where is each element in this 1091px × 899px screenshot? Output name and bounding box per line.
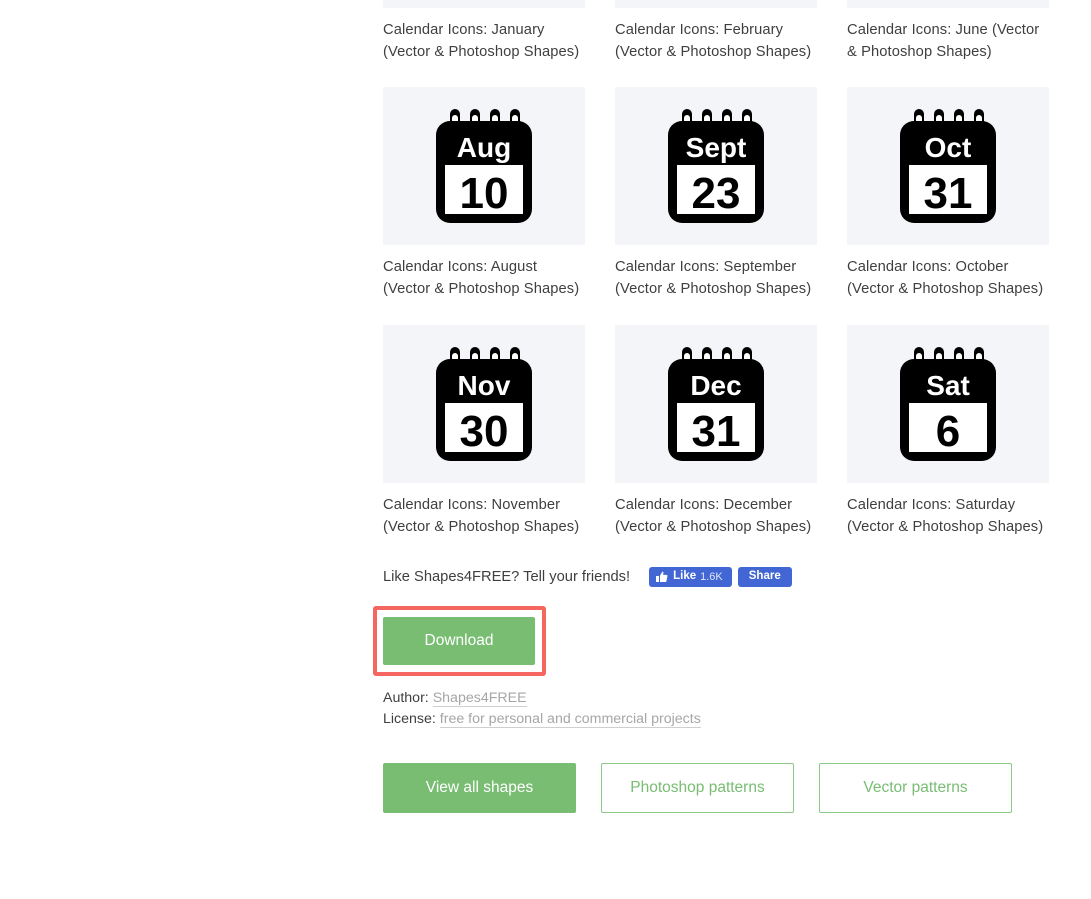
view-all-shapes-button[interactable]: View all shapes [383, 763, 576, 813]
calendar-icon: Aug 10 [436, 109, 532, 223]
facebook-like-label: Like [673, 570, 697, 583]
calendar-month-label: Aug [457, 132, 511, 163]
calendar-icon-thumbnail[interactable]: Dec 31 [615, 325, 817, 483]
author-label: Author: [383, 690, 429, 706]
calendar-icon: Oct 31 [900, 109, 996, 223]
calendar-day-label: 10 [460, 169, 509, 218]
download-button[interactable]: Download [383, 617, 535, 665]
thumbnail-cell[interactable]: Dec 31 Calendar Icons: December (Vector … [615, 325, 817, 538]
download-area: Download [373, 606, 558, 678]
vector-patterns-button[interactable]: Vector patterns [819, 763, 1012, 813]
thumbnail-row: Aug 10 Calendar Icons: August (Vector & … [383, 87, 1049, 300]
calendar-icon: Sept 23 [668, 109, 764, 223]
thumbnail-cell[interactable]: Sept 23 Calendar Icons: September (Vecto… [615, 87, 817, 300]
thumbnail-caption: Calendar Icons: February (Vector & Photo… [615, 22, 812, 60]
calendar-icon-thumbnail[interactable]: Aug 10 [383, 87, 585, 245]
thumbnail-cell[interactable]: Aug 10 Calendar Icons: August (Vector & … [383, 87, 585, 300]
facebook-widget: Like 1.6K Share [649, 567, 792, 587]
license-label: License: [383, 711, 436, 727]
thumbnail-caption: Calendar Icons: Saturday (Vector & Photo… [847, 497, 1044, 535]
footer-button-row: View all shapes Photoshop patterns Vecto… [383, 763, 1048, 813]
thumbnail-cell[interactable]: Nov 30 Calendar Icons: November (Vector … [383, 325, 585, 538]
thumbnail-cell[interactable]: Sat 6 Calendar Icons: Saturday (Vector &… [847, 325, 1049, 538]
thumbnail-row: Nov 30 Calendar Icons: November (Vector … [383, 325, 1049, 538]
thumbnail-cell[interactable]: Calendar Icons: June (Vector & Photoshop… [847, 0, 1049, 63]
license-link[interactable]: free for personal and commercial project… [439, 711, 701, 728]
calendar-day-label: 23 [692, 169, 741, 218]
thumbnail-caption: Calendar Icons: October (Vector & Photos… [847, 259, 1044, 297]
calendar-month-label: Oct [925, 132, 972, 163]
thumbs-up-icon [656, 571, 668, 583]
calendar-month-label: Nov [458, 370, 511, 401]
page-root: Calendar Icons: January (Vector & Photos… [0, 0, 1091, 899]
calendar-icon: Sat 6 [900, 347, 996, 461]
social-share-row: Like Shapes4FREE? Tell your friends! Lik… [383, 567, 1048, 587]
calendar-day-label: 30 [460, 407, 509, 456]
thumbnail-caption: Calendar Icons: June (Vector & Photoshop… [847, 22, 1040, 60]
thumbnail-cell[interactable]: Oct 31 Calendar Icons: October (Vector &… [847, 87, 1049, 300]
thumbnail-image-clipped[interactable] [383, 0, 585, 8]
calendar-month-label: Dec [690, 370, 741, 401]
photoshop-patterns-button[interactable]: Photoshop patterns [601, 763, 794, 813]
calendar-day-label: 31 [692, 407, 741, 456]
calendar-month-label: Sept [686, 132, 747, 163]
facebook-share-label: Share [748, 570, 781, 583]
facebook-like-count: 1.6K [700, 570, 723, 583]
facebook-share-button[interactable]: Share [737, 567, 792, 587]
thumbnail-image-clipped[interactable] [847, 0, 1049, 8]
facebook-like-button[interactable]: Like 1.6K [649, 567, 732, 587]
thumbnail-image-clipped[interactable] [615, 0, 817, 8]
calendar-day-label: 6 [936, 407, 960, 456]
license-line: License: free for personal and commercia… [383, 709, 1048, 730]
thumbnail-row-clipped: Calendar Icons: January (Vector & Photos… [383, 0, 1049, 63]
thumbnail-caption: Calendar Icons: December (Vector & Photo… [615, 497, 812, 535]
author-link[interactable]: Shapes4FREE [432, 690, 527, 707]
calendar-icon-thumbnail[interactable]: Nov 30 [383, 325, 585, 483]
thumbnail-caption: Calendar Icons: September (Vector & Phot… [615, 259, 812, 297]
social-prompt-text: Like Shapes4FREE? Tell your friends! [383, 569, 631, 585]
calendar-icon-thumbnail[interactable]: Sat 6 [847, 325, 1049, 483]
thumbnail-caption: Calendar Icons: August (Vector & Photosh… [383, 259, 580, 297]
main-content: Calendar Icons: January (Vector & Photos… [373, 0, 1049, 813]
calendar-icon: Dec 31 [668, 347, 764, 461]
author-line: Author: Shapes4FREE [383, 688, 1048, 709]
calendar-icon-thumbnail[interactable]: Sept 23 [615, 87, 817, 245]
calendar-month-label: Sat [926, 370, 970, 401]
meta-info: Author: Shapes4FREE License: free for pe… [383, 688, 1048, 730]
thumbnail-cell[interactable]: Calendar Icons: February (Vector & Photo… [615, 0, 817, 63]
calendar-icon-thumbnail[interactable]: Oct 31 [847, 87, 1049, 245]
thumbnail-caption: Calendar Icons: January (Vector & Photos… [383, 22, 580, 60]
thumbnail-cell[interactable]: Calendar Icons: January (Vector & Photos… [383, 0, 585, 63]
calendar-icon: Nov 30 [436, 347, 532, 461]
calendar-day-label: 31 [924, 169, 973, 218]
thumbnail-caption: Calendar Icons: November (Vector & Photo… [383, 497, 580, 535]
